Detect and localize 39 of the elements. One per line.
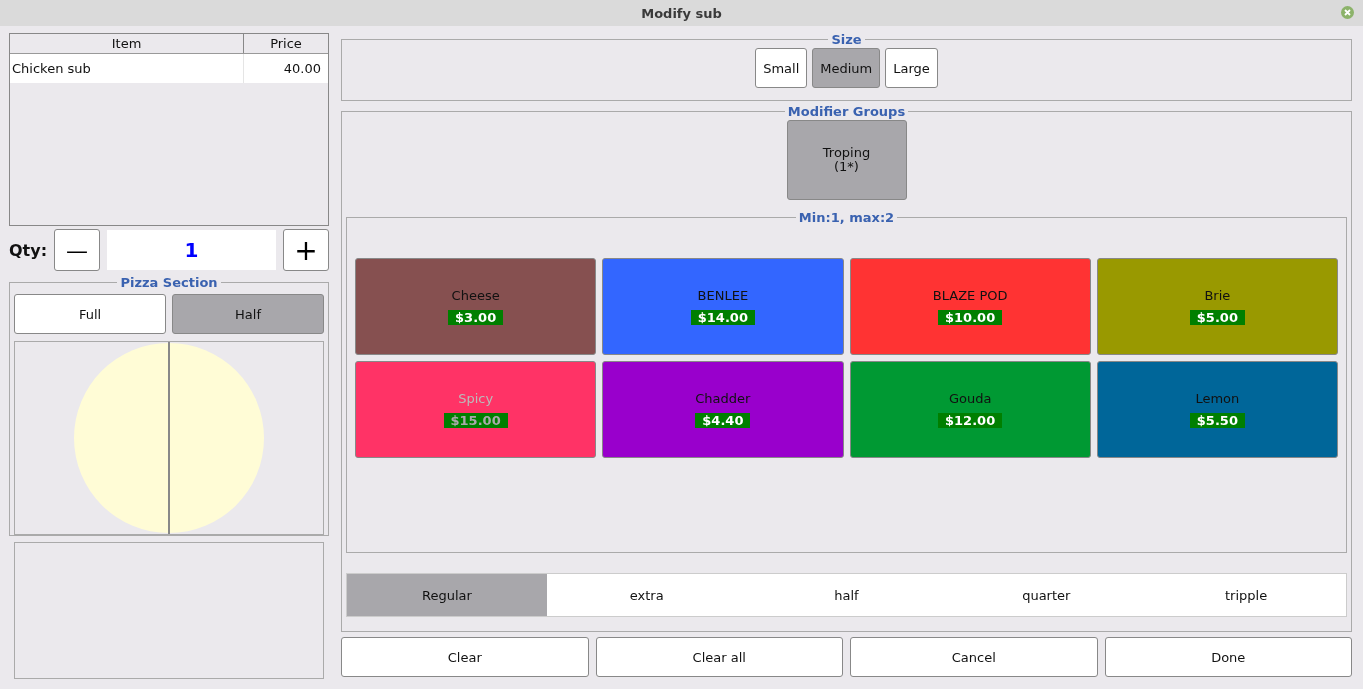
price-tag: $12.00 xyxy=(938,413,1003,428)
price-tag: $4.40 xyxy=(695,413,751,428)
modifier-button[interactable]: BENLEE $14.00 xyxy=(602,258,844,355)
action-button[interactable]: Clear all xyxy=(595,637,843,677)
modifier-group-button[interactable]: Troping (1*) xyxy=(786,120,907,200)
size-button[interactable]: Large xyxy=(885,48,938,88)
modifier-button[interactable]: BLAZE POD $10.00 xyxy=(849,258,1091,355)
price-tag: $5.50 xyxy=(1189,413,1245,428)
table-cell: Chicken sub xyxy=(10,54,244,83)
price-tag: $14.00 xyxy=(690,310,755,325)
action-button[interactable]: Done xyxy=(1104,637,1352,677)
qty-field[interactable]: 1 xyxy=(107,230,276,270)
modifier-button[interactable]: Gouda $12.00 xyxy=(849,361,1091,458)
qty-label: Qty: xyxy=(9,240,48,260)
price-tag: $15.00 xyxy=(443,413,508,428)
action-button[interactable]: Cancel xyxy=(850,637,1098,677)
price-tag: $5.00 xyxy=(1189,310,1245,325)
price-tag: $3.00 xyxy=(448,310,504,325)
section-option-button[interactable]: Half xyxy=(172,294,324,334)
decrement-button[interactable]: — xyxy=(54,229,101,271)
section-title: Modifier Groups xyxy=(786,104,907,119)
size-button[interactable]: Medium xyxy=(812,48,881,88)
increment-button[interactable]: + xyxy=(283,229,329,271)
modifier-button[interactable]: Chadder $4.40 xyxy=(602,361,844,458)
section-title: Size xyxy=(830,32,863,47)
price-tag: $10.00 xyxy=(938,310,1003,325)
section-title: Min:1, max:2 xyxy=(797,210,896,225)
section-option-button[interactable]: Full xyxy=(14,294,166,334)
section-title: Pizza Section xyxy=(119,275,219,290)
modifier-button[interactable]: Cheese $3.00 xyxy=(355,258,597,355)
size-button[interactable]: Small xyxy=(755,48,808,88)
modifier-button[interactable]: Brie $5.00 xyxy=(1096,258,1338,355)
table-row[interactable]: Chicken sub 40.00 xyxy=(10,54,328,83)
modifier-button[interactable]: Lemon $5.50 xyxy=(1096,361,1338,458)
table-cell-text: 40.00 xyxy=(282,60,322,78)
action-button[interactable]: Clear xyxy=(341,637,589,677)
close-icon[interactable] xyxy=(1341,6,1354,19)
portion-tab[interactable]: Regular xyxy=(347,574,547,616)
window-title: Modify sub xyxy=(641,5,722,21)
